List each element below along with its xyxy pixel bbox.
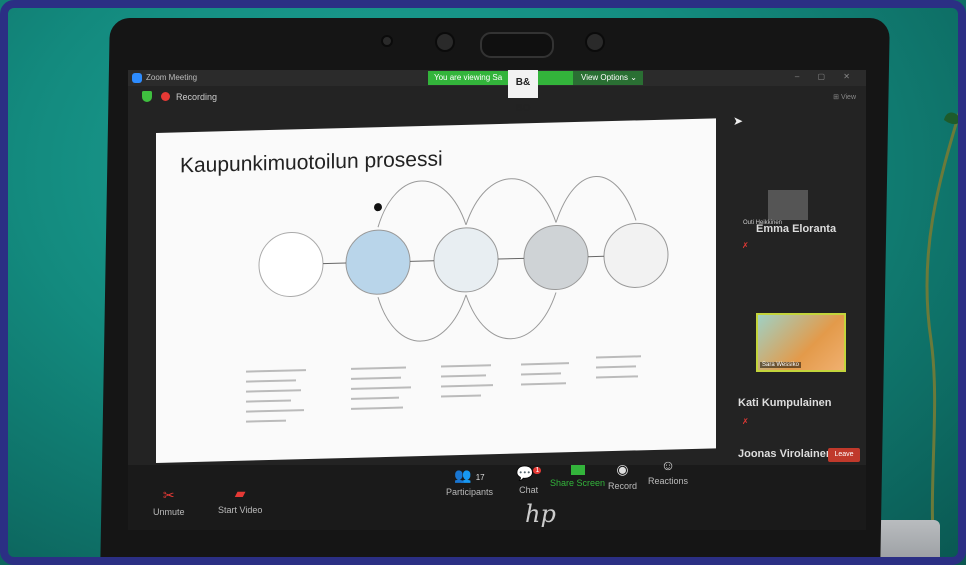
view-options-label: View Options	[581, 73, 628, 82]
reactions-button[interactable]: ☺ Reactions	[648, 457, 688, 486]
participants-label: Participants	[446, 487, 494, 497]
shared-slide: Kaupunkimuotoilun prosessi	[156, 118, 716, 464]
share-screen-icon	[570, 465, 585, 475]
shield-icon[interactable]	[142, 91, 152, 102]
start-video-label: Start Video	[218, 505, 263, 515]
record-icon: ◉	[616, 461, 629, 477]
record-label: Record	[608, 481, 638, 491]
meeting-toolbar: ✂ Unmute ▰ Start Video 👥 17 Participants…	[128, 457, 866, 530]
avatar	[768, 190, 808, 220]
participants-sidebar: Outi Heikkinen Emma Eloranta ✗ Sara Wess…	[728, 130, 863, 460]
unmute-button[interactable]: ✂ Unmute	[153, 487, 185, 517]
sensor-icon	[381, 35, 393, 47]
unmute-label: Unmute	[153, 507, 185, 517]
zoom-logo-icon	[132, 73, 142, 83]
leave-button[interactable]: Leave	[828, 448, 860, 462]
view-button[interactable]: ⊞ View	[833, 93, 856, 101]
participant-video-tile[interactable]: Sara Wessiko	[756, 313, 846, 372]
laptop-camera-bar	[375, 28, 625, 58]
view-options-button[interactable]: View Options ⌄	[573, 71, 643, 85]
participants-icon: 👥 17	[454, 467, 485, 483]
mic-off-icon: ✂	[162, 487, 175, 503]
zoom-screen: Zoom Meeting You are viewing Sa View Opt…	[128, 70, 866, 530]
zoom-titlebar: Zoom Meeting You are viewing Sa View Opt…	[128, 70, 866, 114]
laptop-brand-logo: hp	[525, 500, 556, 528]
window-controls[interactable]: – ▢ ✕	[795, 72, 858, 81]
participants-button[interactable]: 👥 17 Participants	[446, 467, 493, 497]
muted-icon: ✗	[742, 417, 749, 426]
reactions-label: Reactions	[648, 476, 689, 486]
reactions-icon: ☺	[660, 457, 676, 473]
chevron-down-icon: ⌄	[630, 73, 637, 82]
process-diagram	[246, 176, 669, 423]
app-title: Zoom Meeting	[146, 73, 198, 82]
photo-scene: Zoom Meeting You are viewing Sa View Opt…	[0, 0, 966, 565]
viewing-banner: You are viewing Sa	[428, 71, 578, 85]
chat-badge: 1	[533, 467, 542, 475]
record-button[interactable]: ◉ Record	[608, 461, 637, 491]
participant-name: Emma Eloranta	[756, 223, 837, 235]
viewing-banner-text: You are viewing Sa	[434, 73, 503, 82]
participant-tile[interactable]: Emma Eloranta ✗	[738, 223, 863, 250]
plant-stem	[925, 89, 966, 565]
participant-name: Kati Kumpulainen	[738, 397, 832, 409]
ir-sensor-icon	[585, 32, 605, 52]
camera-shutter	[480, 32, 554, 58]
recording-icon	[161, 92, 170, 101]
chat-label: Chat	[519, 485, 539, 495]
participants-count: 17	[475, 473, 485, 482]
view-label: View	[840, 94, 856, 101]
share-screen-label: Share Screen	[550, 478, 606, 488]
start-video-button[interactable]: ▰ Start Video	[218, 485, 262, 515]
participant-tile[interactable]: Kati Kumpulainen ✗	[738, 397, 863, 426]
chat-button[interactable]: 💬 1 Chat	[516, 465, 542, 495]
recording-bar: Recording ⊞ View	[128, 88, 866, 106]
camera-lens-icon	[435, 32, 455, 52]
chat-icon: 💬 1	[516, 465, 542, 481]
share-screen-button[interactable]: Share Screen	[550, 465, 605, 488]
participant-name: Sara Wessiko	[760, 362, 801, 368]
video-off-icon: ▰	[234, 485, 246, 501]
recording-label: Recording	[176, 92, 218, 102]
mouse-pointer-icon: ➤	[733, 114, 744, 128]
muted-icon: ✗	[742, 241, 749, 250]
